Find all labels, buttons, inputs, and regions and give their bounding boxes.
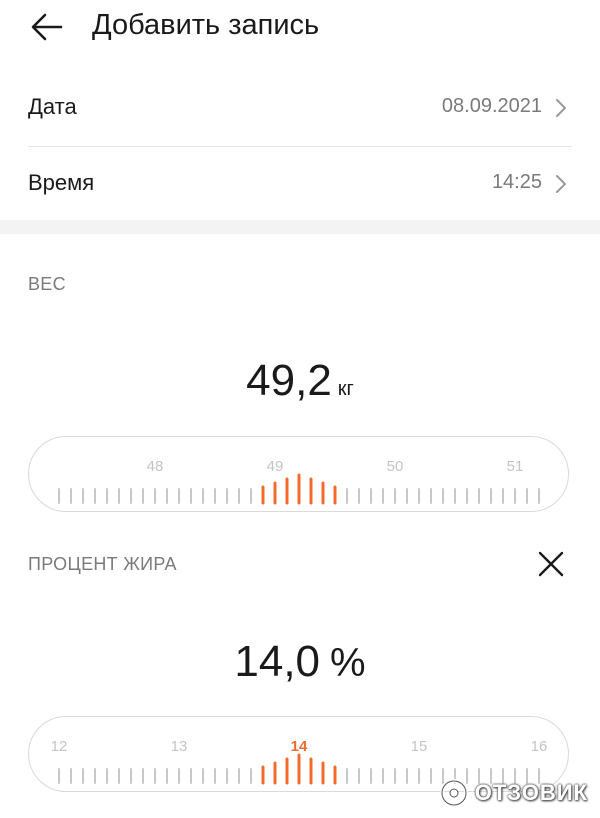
weight-unit: кг [337, 378, 354, 400]
date-value: 08.09.2021 [441, 95, 542, 117]
time-label: Время [28, 170, 95, 195]
date-label: Дата [28, 94, 77, 119]
page-title: Добавить запись [92, 9, 320, 41]
weight-ruler-scale: 48 49 50 51 [58, 458, 540, 505]
date-row[interactable]: Дата 08.09.2021 [28, 80, 572, 138]
chevron-right-icon [556, 175, 566, 193]
header: Добавить запись [0, 0, 600, 60]
ruler-label: 13 [171, 738, 188, 755]
ruler-label: 12 [51, 738, 68, 755]
watermark: ОТЗОВИК [439, 776, 588, 810]
section-separator [0, 220, 600, 234]
chevron-right-icon [556, 99, 566, 117]
weight-section-label: ВЕС [28, 274, 66, 294]
ruler-label: 15 [411, 738, 428, 755]
fat-unit: % [330, 641, 366, 685]
weight-value: 49,2 [246, 356, 332, 405]
weight-ruler-slider[interactable]: 48 49 50 51 [28, 436, 569, 512]
fat-value: 14,0 [234, 637, 321, 686]
arrow-left-icon[interactable] [30, 10, 64, 44]
fat-display: 14,0% [0, 637, 600, 687]
ruler-label: 48 [147, 458, 164, 475]
ruler-label: 14 [291, 738, 308, 755]
ruler-label: 16 [531, 738, 548, 755]
close-icon[interactable] [536, 549, 566, 579]
otzovik-logo-icon [439, 779, 468, 807]
ruler-label: 51 [507, 458, 524, 475]
fat-section-label: ПРОЦЕНТ ЖИРА [28, 554, 177, 574]
time-row[interactable]: Время 14:25 [28, 156, 572, 214]
ruler-label: 49 [267, 458, 284, 475]
divider [28, 146, 572, 147]
watermark-text: ОТЗОВИК [474, 780, 588, 805]
time-value: 14:25 [491, 171, 542, 193]
weight-display: 49,2 кг [0, 356, 600, 406]
ruler-label: 50 [387, 458, 404, 475]
